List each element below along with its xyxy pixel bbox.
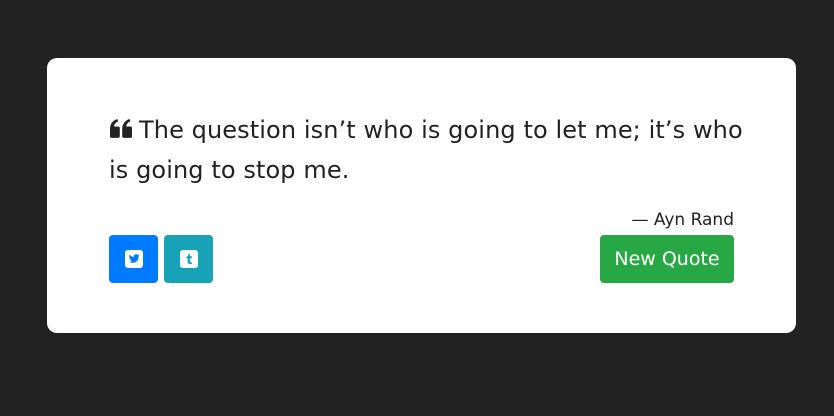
page-background: The question isn’t who is going to let m…: [0, 0, 834, 416]
quote-author: — Ayn Rand: [631, 210, 734, 230]
quote-left-icon: [109, 118, 133, 140]
quote-text-block: The question isn’t who is going to let m…: [109, 110, 749, 190]
twitter-icon: [124, 250, 143, 268]
quote-text: The question isn’t who is going to let m…: [109, 116, 743, 184]
quote-box: The question isn’t who is going to let m…: [47, 58, 796, 333]
tweet-quote-button[interactable]: [109, 235, 158, 283]
tumblr-post-button[interactable]: [164, 235, 213, 283]
new-quote-button[interactable]: New Quote: [600, 235, 734, 283]
tumblr-icon: [179, 250, 198, 268]
share-buttons: [109, 235, 213, 283]
